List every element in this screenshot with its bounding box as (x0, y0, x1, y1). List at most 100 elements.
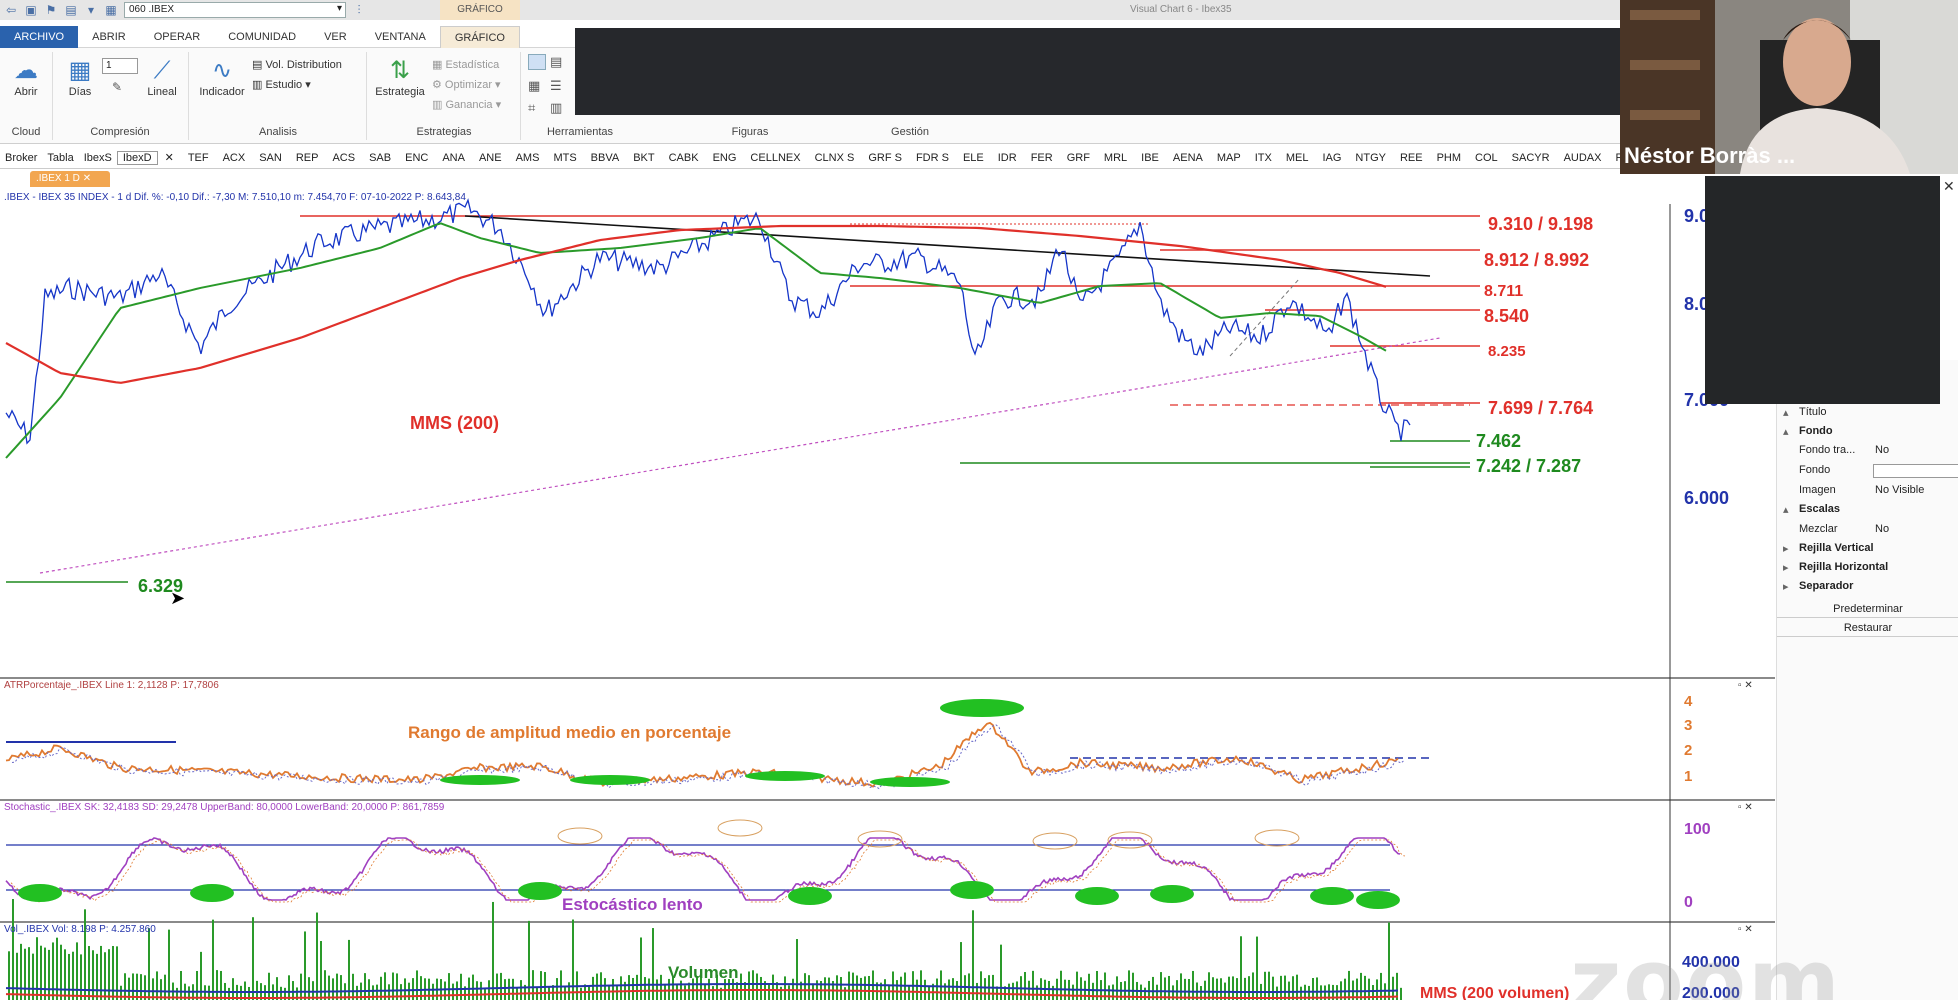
vol-distribution-button[interactable]: ▤ Vol. Distribution (252, 58, 342, 71)
abrir-button[interactable]: ☁ Abrir (8, 56, 44, 98)
tab-operar[interactable]: OPERAR (140, 26, 214, 48)
symbol-mel[interactable]: MEL (1279, 152, 1316, 164)
symbol-col[interactable]: COL (1468, 152, 1505, 164)
chart-icon[interactable]: ▦ (104, 3, 118, 17)
second-video-tile[interactable] (1705, 176, 1940, 404)
symbol-enc[interactable]: ENC (398, 152, 435, 164)
table-tool-icon[interactable]: ▤ (550, 54, 562, 70)
layers-tool-icon[interactable]: ▥ (550, 100, 562, 116)
symbol-clnx-s[interactable]: CLNX S (808, 152, 862, 164)
symbol-ntgy[interactable]: NTGY (1348, 152, 1393, 164)
symbol-cellnex[interactable]: CELLNEX (743, 152, 807, 164)
symbol-acx[interactable]: ACX (216, 152, 253, 164)
symbol-itx[interactable]: ITX (1248, 152, 1279, 164)
symbol-fer[interactable]: FER (1024, 152, 1060, 164)
screen-share-overlay (575, 28, 1620, 115)
symbol-mrl[interactable]: MRL (1097, 152, 1134, 164)
chart-area[interactable]: .IBEX - IBEX 35 INDEX - 1 d Dif. %: -0,1… (0, 188, 1775, 1000)
estudio-button[interactable]: ▥ Estudio ▾ (252, 78, 311, 91)
symbol-grf-s[interactable]: GRF S (861, 152, 909, 164)
volume-pane[interactable] (5, 898, 1402, 1000)
symbol-bbva[interactable]: BBVA (584, 152, 627, 164)
overflow-icon[interactable]: ⫶ (352, 3, 366, 17)
symbol-idr[interactable]: IDR (991, 152, 1024, 164)
prop-imagen-value[interactable]: No Visible (1875, 484, 1924, 496)
symbol-eng[interactable]: ENG (706, 152, 744, 164)
symbol-tef[interactable]: TEF (181, 152, 216, 164)
symbol-acs[interactable]: ACS (325, 152, 362, 164)
symbar-view-tabla[interactable]: Tabla (42, 152, 78, 164)
lineal-button[interactable]: ⟋ Lineal (142, 56, 182, 98)
symbol-ane[interactable]: ANE (472, 152, 509, 164)
prop-mezclar-value[interactable]: No (1875, 523, 1889, 535)
symbol-fdr-s[interactable]: FDR S (909, 152, 956, 164)
list-tool-icon[interactable]: ☰ (550, 78, 562, 94)
period-input[interactable]: 1 (102, 58, 138, 74)
prop-fondo-section[interactable]: Fondo (1799, 425, 1833, 437)
symbol-aena[interactable]: AENA (1166, 152, 1210, 164)
crop-tool-icon[interactable]: ⌗ (528, 100, 535, 116)
close-icon[interactable]: ✕ (83, 173, 91, 184)
close-icon[interactable]: ✕ (1943, 178, 1955, 195)
symbol-ree[interactable]: REE (1393, 152, 1430, 164)
ganancia-button[interactable]: ▥ Ganancia ▾ (432, 98, 501, 111)
prop-titulo[interactable]: Título (1799, 406, 1827, 418)
stochastic-pane[interactable] (5, 819, 1406, 909)
back-icon[interactable]: ⇦ (4, 3, 18, 17)
prop-rejilla-vertical[interactable]: Rejilla Vertical (1799, 542, 1874, 554)
restaurar-button[interactable]: Restaurar (1777, 619, 1958, 637)
tab-ver[interactable]: VER (310, 26, 361, 48)
tab-ventana[interactable]: VENTANA (361, 26, 440, 48)
prop-escalas-section[interactable]: Escalas (1799, 503, 1840, 515)
document-tab[interactable]: .IBEX 1 D ✕ (30, 171, 110, 187)
dropdown-icon[interactable]: ▾ (84, 3, 98, 17)
symbol-ele[interactable]: ELE (956, 152, 991, 164)
symbol-combo[interactable]: 060 .IBEX (124, 2, 346, 18)
atr-pane[interactable] (5, 699, 1430, 790)
symbar-view-broker[interactable]: Broker (0, 152, 42, 164)
flag-icon[interactable]: ⚑ (44, 3, 58, 17)
symbol-map[interactable]: MAP (1210, 152, 1248, 164)
symbol-cabk[interactable]: CABK (662, 152, 706, 164)
symbol-ana[interactable]: ANA (435, 152, 472, 164)
symbol-ibe[interactable]: IBE (1134, 152, 1166, 164)
symbar-view-ibexd[interactable]: IbexD (116, 150, 158, 165)
symbol-phm[interactable]: PHM (1430, 152, 1468, 164)
cursor-tool-icon[interactable] (528, 54, 546, 70)
symbol-rovi[interactable]: ROVI (1608, 152, 1620, 164)
symbol-san[interactable]: SAN (252, 152, 289, 164)
tab-abrir[interactable]: ABRIR (78, 26, 140, 48)
tab-archivo[interactable]: ARCHIVO (0, 26, 79, 48)
estadistica-button[interactable]: ▦ Estadística (432, 58, 499, 71)
symbol-iag[interactable]: IAG (1315, 152, 1348, 164)
folder-icon[interactable]: ▤ (64, 3, 78, 17)
stoch-pane-controls[interactable]: ▫ ✕ (1738, 802, 1753, 813)
indicador-button[interactable]: ∿ Indicador (194, 56, 250, 98)
symbol-sab[interactable]: SAB (362, 152, 398, 164)
symbol-audax[interactable]: AUDAX (1557, 152, 1609, 164)
prop-fondo-tra-value[interactable]: No (1875, 444, 1889, 456)
symbar-view-ibexs[interactable]: IbexS (79, 152, 117, 164)
symbol-mts[interactable]: MTS (546, 152, 583, 164)
prop-separador[interactable]: Separador (1799, 580, 1853, 592)
dias-button[interactable]: ▦ Días (62, 56, 98, 98)
price-pane[interactable] (5, 198, 1480, 583)
estrategia-button[interactable]: ⇅ Estrategia (372, 56, 428, 98)
symbol-sacyr[interactable]: SACYR (1505, 152, 1557, 164)
tab-grafico[interactable]: GRÁFICO (439, 26, 520, 48)
optimizar-button[interactable]: ⚙ Optimizar ▾ (432, 78, 501, 91)
symbol-grf[interactable]: GRF (1060, 152, 1097, 164)
pin-icon[interactable]: ▣ (24, 3, 38, 17)
close-icon[interactable]: ✕ (158, 151, 181, 164)
symbol-bkt[interactable]: BKT (626, 152, 661, 164)
prop-rejilla-horizontal[interactable]: Rejilla Horizontal (1799, 561, 1888, 573)
volume-bar (704, 984, 706, 1000)
predeterminar-button[interactable]: Predeterminar (1777, 600, 1958, 618)
symbol-rep[interactable]: REP (289, 152, 326, 164)
symbol-ams[interactable]: AMS (509, 152, 547, 164)
grid-tool-icon[interactable]: ▦ (528, 78, 540, 94)
prop-fondo-color[interactable] (1873, 464, 1958, 478)
atr-pane-controls[interactable]: ▫ ✕ (1738, 680, 1753, 691)
pencil-icon[interactable]: ✎ (112, 80, 122, 94)
tab-comunidad[interactable]: COMUNIDAD (214, 26, 310, 48)
